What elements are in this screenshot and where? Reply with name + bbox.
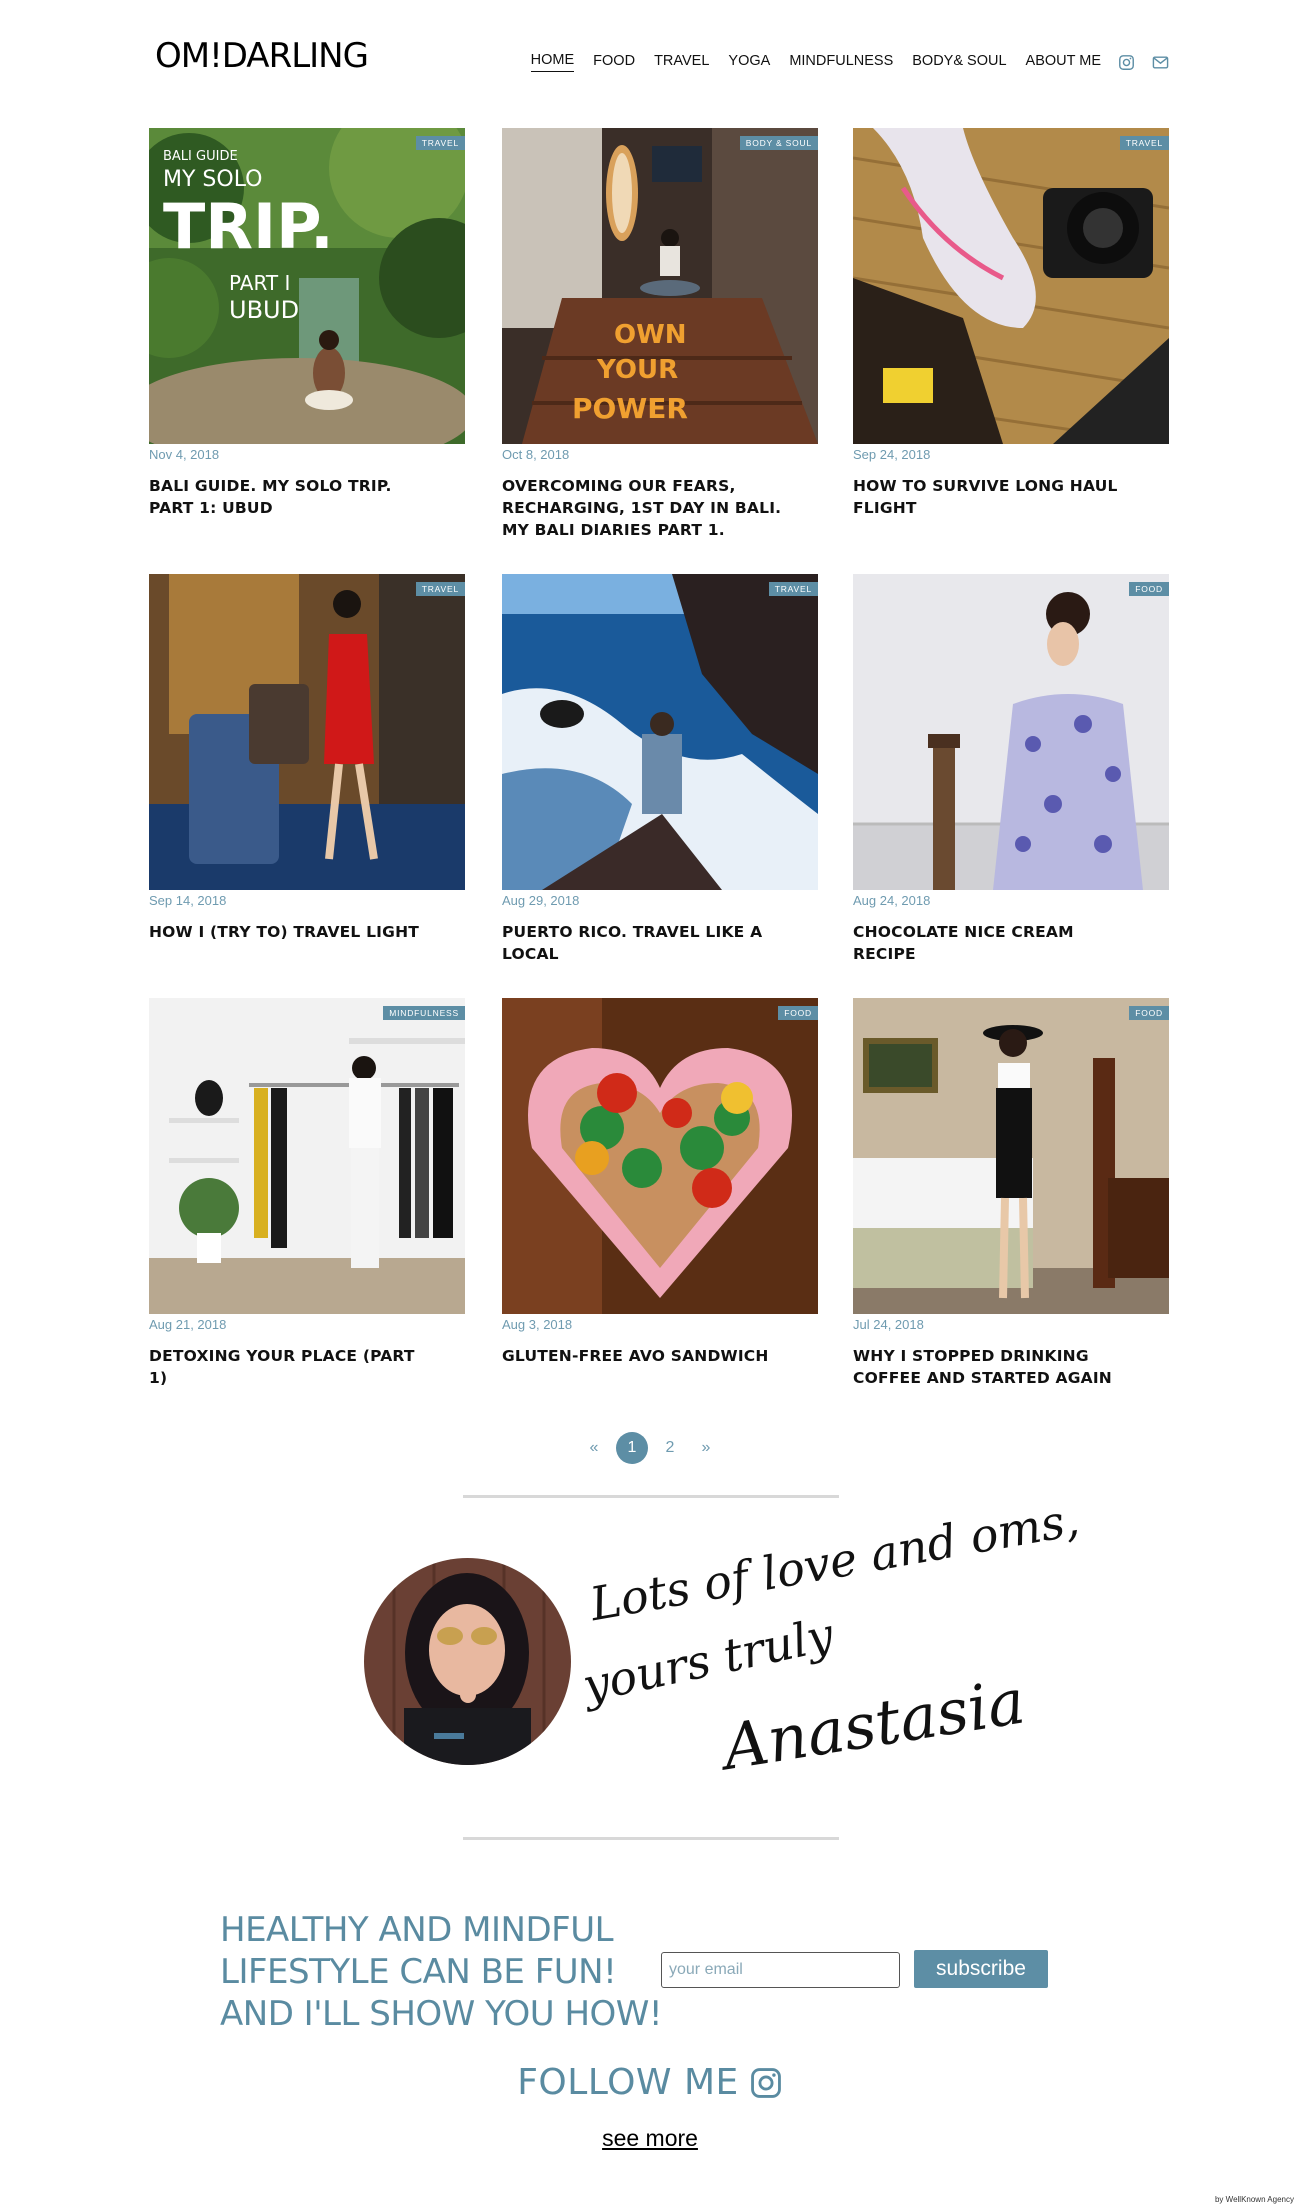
nav-item-mindfulness[interactable]: MINDFULNESS xyxy=(789,53,893,72)
category-badge[interactable]: FOOD xyxy=(1129,1006,1169,1020)
bedroom-photo xyxy=(853,998,1169,1314)
category-badge[interactable]: MINDFULNESS xyxy=(383,1006,465,1020)
post-card: TRAVEL Sep 14, 2018 HOW I (TRY TO) TRAVE… xyxy=(149,574,465,943)
post-card: MINDFULNESS Aug 21, 2018 DETOXING YOUR P… xyxy=(149,998,465,1389)
post-date: Aug 21, 2018 xyxy=(149,1317,227,1332)
pagination: « 1 2 » xyxy=(0,1432,1300,1464)
post-card: FOOD Aug 24, 2018 CHOCOLATE NICE CREAM R… xyxy=(853,574,1169,965)
follow-me[interactable]: FOLLOW ME xyxy=(0,2062,1300,2103)
instagram-icon[interactable] xyxy=(749,2066,783,2100)
avo-sandwich-photo xyxy=(502,998,818,1314)
travel-kit-photo xyxy=(853,128,1169,444)
nav-item-travel[interactable]: TRAVEL xyxy=(654,53,709,72)
pagination-prev[interactable]: « xyxy=(576,1439,612,1457)
post-thumbnail[interactable]: OWN YOUR POWER BODY & SOUL xyxy=(502,128,818,444)
pagination-page-2[interactable]: 2 xyxy=(652,1439,688,1457)
pagination-next[interactable]: » xyxy=(688,1439,724,1457)
section-divider xyxy=(463,1837,839,1840)
closet-photo xyxy=(149,998,465,1314)
bali-room-photo: OWN YOUR POWER xyxy=(502,128,818,444)
overlay-text: MY SOLO xyxy=(163,167,262,192)
overlay-text: PART I xyxy=(229,271,290,295)
post-title[interactable]: WHY I STOPPED DRINKING COFFEE AND STARTE… xyxy=(853,1345,1133,1389)
overlay-text: UBUD xyxy=(229,296,299,324)
main-nav: HOME FOOD TRAVEL YOGA MINDFULNESS BODY& … xyxy=(512,52,1169,72)
section-divider xyxy=(463,1495,839,1498)
post-title[interactable]: PUERTO RICO. TRAVEL LIKE A LOCAL xyxy=(502,921,782,965)
nav-item-yoga[interactable]: YOGA xyxy=(728,53,770,72)
follow-label[interactable]: FOLLOW ME xyxy=(517,2062,739,2103)
post-date: Nov 4, 2018 xyxy=(149,447,220,462)
overlay-text: POWER xyxy=(572,392,688,425)
jungle-photo: BALI GUIDE MY SOLO TRIP. PART I UBUD xyxy=(149,128,465,444)
post-date: Oct 8, 2018 xyxy=(502,447,570,462)
category-badge[interactable]: BODY & SOUL xyxy=(739,136,818,150)
post-title[interactable]: OVERCOMING OUR FEARS, RECHARGING, 1ST DA… xyxy=(502,475,782,541)
instagram-icon[interactable] xyxy=(1118,54,1135,71)
post-thumbnail[interactable]: TRAVEL xyxy=(853,128,1169,444)
post-title[interactable]: HOW TO SURVIVE LONG HAUL FLIGHT xyxy=(853,475,1133,519)
post-thumbnail[interactable]: MINDFULNESS xyxy=(149,998,465,1314)
category-badge[interactable]: TRAVEL xyxy=(768,582,818,596)
overlay-text: BALI GUIDE xyxy=(163,149,238,164)
nav-item-about-me[interactable]: ABOUT ME xyxy=(1026,53,1101,72)
overlay-text: OWN xyxy=(614,320,687,350)
post-title[interactable]: HOW I (TRY TO) TRAVEL LIGHT xyxy=(149,921,429,943)
ocean-photo xyxy=(502,574,818,890)
category-badge[interactable]: TRAVEL xyxy=(415,136,465,150)
post-date: Jul 24, 2018 xyxy=(853,1317,924,1332)
agency-credit[interactable]: by WellKnown Agency xyxy=(1215,2195,1294,2204)
post-date: Aug 24, 2018 xyxy=(853,893,931,908)
nav-item-body-soul[interactable]: BODY& SOUL xyxy=(912,53,1006,72)
nav-item-home[interactable]: HOME xyxy=(530,52,575,72)
post-date: Sep 14, 2018 xyxy=(149,893,227,908)
subscribe-button[interactable]: subscribe xyxy=(914,1950,1048,1988)
kitchen-photo xyxy=(853,574,1169,890)
post-title[interactable]: GLUTEN-FREE AVO SANDWICH xyxy=(502,1345,782,1367)
signature-line-1: Lots of love and oms, xyxy=(586,1492,1084,1632)
post-title[interactable]: BALI GUIDE. MY SOLO TRIP. PART 1: UBUD xyxy=(149,475,429,519)
post-thumbnail[interactable]: TRAVEL xyxy=(149,574,465,890)
category-badge[interactable]: FOOD xyxy=(778,1006,818,1020)
post-thumbnail[interactable]: FOOD xyxy=(502,998,818,1314)
post-thumbnail[interactable]: BALI GUIDE MY SOLO TRIP. PART I UBUD TRA… xyxy=(149,128,465,444)
nav-item-food[interactable]: FOOD xyxy=(593,53,635,72)
post-card: OWN YOUR POWER BODY & SOUL Oct 8, 2018 O… xyxy=(502,128,818,541)
site-logo[interactable]: OM!DARLING xyxy=(155,36,369,76)
post-card: TRAVEL Aug 29, 2018 PUERTO RICO. TRAVEL … xyxy=(502,574,818,965)
overlay-text: YOUR xyxy=(596,355,678,385)
category-badge[interactable]: FOOD xyxy=(1129,582,1169,596)
post-title[interactable]: DETOXING YOUR PLACE (PART 1) xyxy=(149,1345,429,1389)
pagination-page-1[interactable]: 1 xyxy=(616,1432,648,1464)
post-thumbnail[interactable]: FOOD xyxy=(853,574,1169,890)
overlay-text: TRIP. xyxy=(163,190,334,263)
post-card: FOOD Jul 24, 2018 WHY I STOPPED DRINKING… xyxy=(853,998,1169,1389)
post-thumbnail[interactable]: TRAVEL xyxy=(502,574,818,890)
post-date: Aug 29, 2018 xyxy=(502,893,580,908)
mail-icon[interactable] xyxy=(1152,54,1169,71)
author-avatar xyxy=(364,1558,571,1765)
post-date: Sep 24, 2018 xyxy=(853,447,931,462)
see-more: see more xyxy=(0,2125,1300,2152)
post-thumbnail[interactable]: FOOD xyxy=(853,998,1169,1314)
post-card: BALI GUIDE MY SOLO TRIP. PART I UBUD TRA… xyxy=(149,128,465,519)
newsletter-tagline: HEALTHY AND MINDFUL LIFESTYLE CAN BE FUN… xyxy=(220,1910,663,2034)
luggage-photo xyxy=(149,574,465,890)
post-title[interactable]: CHOCOLATE NICE CREAM RECIPE xyxy=(853,921,1133,965)
email-input[interactable] xyxy=(661,1952,900,1988)
site-header: OM!DARLING HOME FOOD TRAVEL YOGA MINDFUL… xyxy=(149,30,1169,90)
post-card: FOOD Aug 3, 2018 GLUTEN-FREE AVO SANDWIC… xyxy=(502,998,818,1367)
post-date: Aug 3, 2018 xyxy=(502,1317,573,1332)
signature-name: Anastasia xyxy=(718,1664,1030,1785)
see-more-link[interactable]: see more xyxy=(602,2125,698,2151)
category-badge[interactable]: TRAVEL xyxy=(415,582,465,596)
post-card: TRAVEL Sep 24, 2018 HOW TO SURVIVE LONG … xyxy=(853,128,1169,519)
category-badge[interactable]: TRAVEL xyxy=(1119,136,1169,150)
